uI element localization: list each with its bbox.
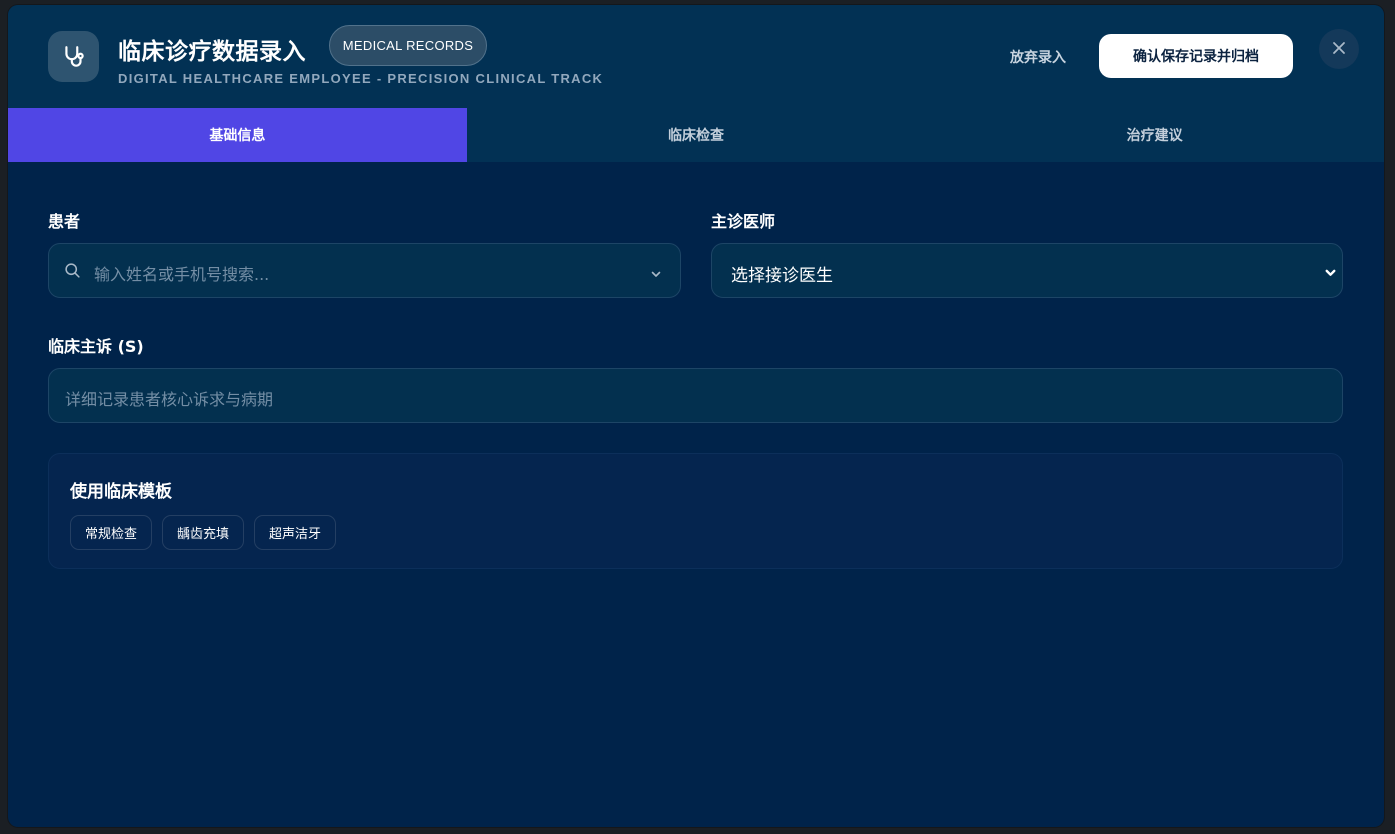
stethoscope-icon: [48, 31, 99, 82]
chevron-down-icon: [1324, 264, 1337, 283]
tab-treatment-advice[interactable]: 治疗建议: [925, 108, 1384, 162]
complaint-input[interactable]: 详细记录患者核心诉求与病期: [48, 368, 1343, 423]
search-icon: [64, 262, 81, 283]
template-title: 使用临床模板: [70, 482, 172, 502]
template-chip-routine-check[interactable]: 常规检查: [70, 515, 152, 550]
doctor-select-value: 选择接诊医生: [731, 266, 833, 286]
chevron-down-icon: [650, 265, 662, 284]
close-button[interactable]: [1319, 29, 1359, 69]
tab-clinical-exam[interactable]: 临床检查: [467, 108, 926, 162]
tab-basic-info[interactable]: 基础信息: [8, 108, 467, 162]
page-subtitle: DIGITAL HEALTHCARE EMPLOYEE - PRECISION …: [118, 71, 604, 86]
medical-records-badge: MEDICAL RECORDS: [329, 25, 487, 66]
patient-search-placeholder: 输入姓名或手机号搜索...: [94, 265, 270, 284]
confirm-save-button[interactable]: 确认保存记录并归档: [1099, 34, 1293, 78]
doctor-select[interactable]: 选择接诊医生: [711, 243, 1343, 298]
patient-search-input[interactable]: 输入姓名或手机号搜索...: [48, 243, 681, 298]
close-icon: [1332, 40, 1346, 59]
clinical-template-panel: 使用临床模板 常规检查 龋齿充填 超声洁牙: [48, 453, 1343, 569]
complaint-placeholder: 详细记录患者核心诉求与病期: [65, 390, 274, 409]
complaint-label: 临床主诉 (S): [48, 337, 144, 356]
doctor-label: 主诊医师: [711, 212, 776, 231]
discard-button[interactable]: 放弃录入: [1000, 45, 1076, 69]
tab-bar: 基础信息 临床检查 治疗建议: [8, 108, 1384, 162]
page-title: 临床诊疗数据录入: [118, 39, 306, 65]
modal-header: 临床诊疗数据录入 MEDICAL RECORDS DIGITAL HEALTHC…: [8, 5, 1384, 108]
clinical-entry-modal: 临床诊疗数据录入 MEDICAL RECORDS DIGITAL HEALTHC…: [8, 5, 1384, 827]
template-chip-caries-filling[interactable]: 龋齿充填: [162, 515, 244, 550]
patient-label: 患者: [48, 212, 81, 231]
template-chip-ultrasonic-scaling[interactable]: 超声洁牙: [254, 515, 336, 550]
